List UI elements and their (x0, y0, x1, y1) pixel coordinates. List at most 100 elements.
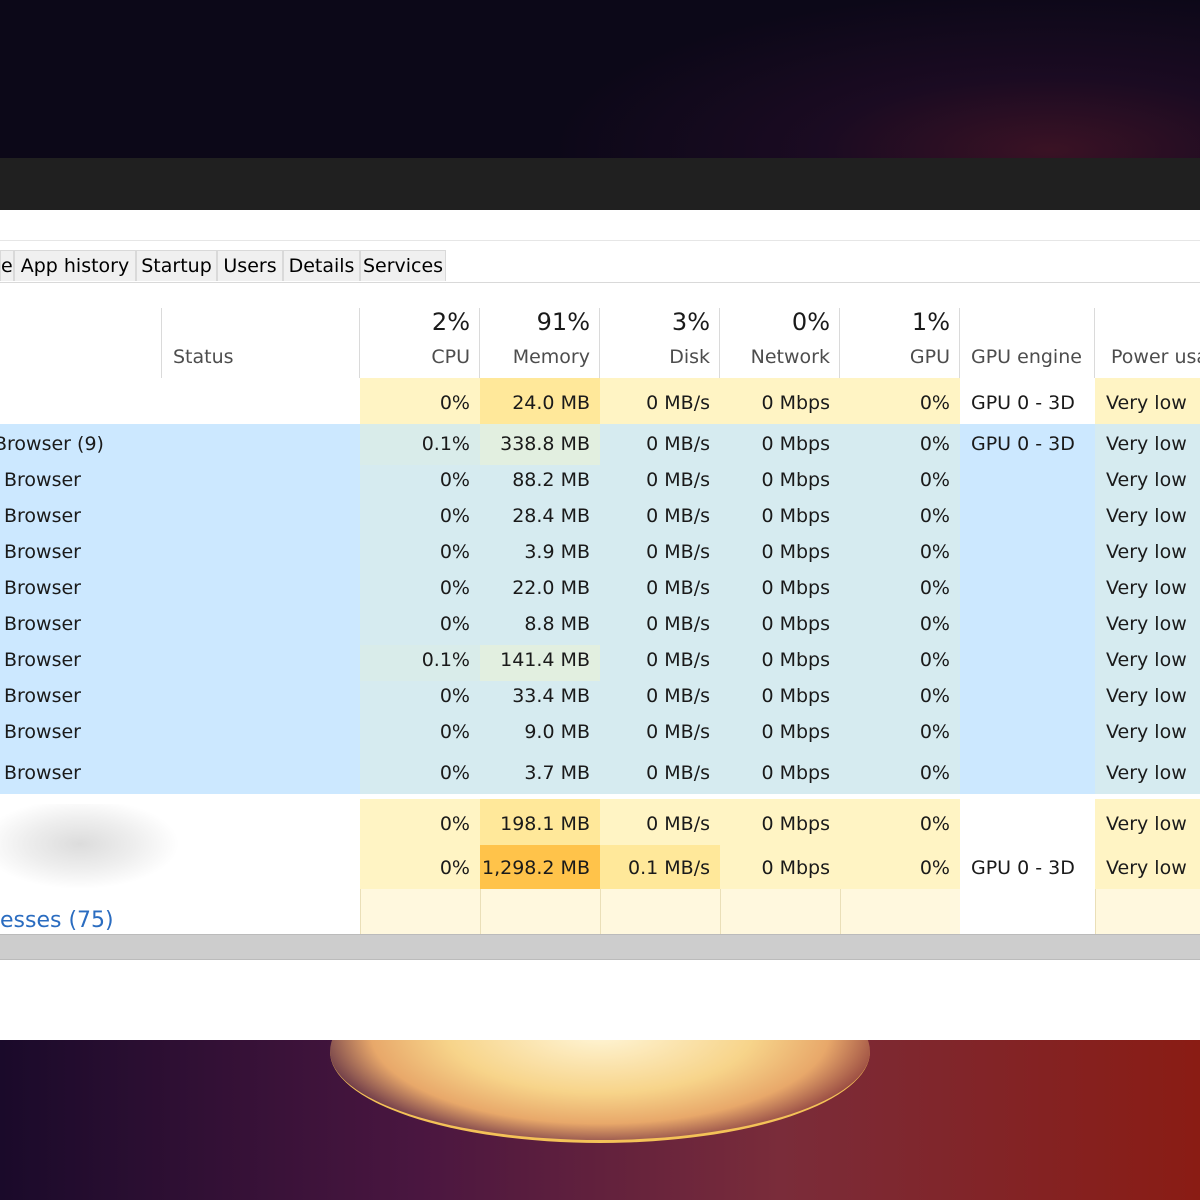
memory-cell: 88.2 MB (480, 465, 600, 501)
empty-cell (600, 889, 720, 934)
wallpaper-glow (330, 1040, 870, 1143)
tab-services[interactable]: Services (360, 250, 446, 281)
memory-cell: 8.8 MB (480, 609, 600, 645)
network-cell: 0 Mbps (720, 717, 840, 753)
memory-value: 9.0 MB (524, 721, 590, 743)
engine-value: GPU 0 - 3D (971, 857, 1075, 879)
menu-bar (0, 210, 1200, 241)
table-row[interactable]: Browser 0% 9.0 MB 0 MB/s 0 Mbps 0% Very low (0, 717, 1200, 753)
tab-startup[interactable]: Startup (136, 250, 217, 281)
tab-users[interactable]: Users (217, 250, 283, 281)
memory-value: 198.1 MB (500, 813, 590, 835)
gpu-cell: 0% (840, 845, 960, 889)
table-row[interactable]: Browser 0% 3.9 MB 0 MB/s 0 Mbps 0% Very low (0, 537, 1200, 573)
network-cell: 0 Mbps (720, 681, 840, 717)
background-processes-group[interactable]: esses (75) (0, 908, 114, 933)
cpu-cell: 0% (360, 465, 480, 501)
power-value: Very low (1106, 577, 1187, 599)
engine-value: GPU 0 - 3D (971, 392, 1075, 414)
gpu-cell: 0% (840, 424, 960, 465)
table-row[interactable]: Browser 0% 8.8 MB 0 MB/s 0 Mbps 0% Very low (0, 609, 1200, 645)
power-value: Very low (1106, 541, 1187, 563)
cpu-value: 0% (439, 613, 470, 635)
network-value: 0 Mbps (761, 721, 830, 743)
power-value: Very low (1106, 613, 1187, 635)
cpu-cell: 0% (360, 681, 480, 717)
cpu-value: 0% (439, 505, 470, 527)
process-name: Browser (4, 577, 81, 599)
table-row[interactable]: Browser 0% 33.4 MB 0 MB/s 0 Mbps 0% Very low (0, 681, 1200, 717)
engine-cell (960, 645, 1095, 681)
column-status[interactable]: Status (173, 346, 234, 368)
column-cpu[interactable]: CPU (360, 346, 470, 368)
power-cell: Very low (1095, 717, 1200, 753)
power-value: Very low (1106, 813, 1187, 835)
gpu-cell: 0% (840, 465, 960, 501)
engine-cell (960, 717, 1095, 753)
cpu-cell: 0% (360, 717, 480, 753)
empty-cell (720, 889, 840, 934)
column-header-row: Status 2% CPU 91% Memory 3% Disk 0% Netw… (0, 308, 1200, 379)
power-cell: Very low (1095, 424, 1200, 465)
engine-cell (960, 465, 1095, 501)
network-cell: 0 Mbps (720, 609, 840, 645)
table-row[interactable]: 0% 24.0 MB 0 MB/s 0 Mbps 0% GPU 0 - 3D Very lo… (0, 378, 1200, 424)
engine-cell (960, 609, 1095, 645)
process-name-cell: Browser (0, 537, 360, 573)
column-power-usage[interactable]: Power usa (1111, 346, 1200, 368)
engine-value: GPU 0 - 3D (971, 433, 1075, 455)
table-row[interactable]: Browser 0% 88.2 MB 0 MB/s 0 Mbps 0% Very low (0, 465, 1200, 501)
column-memory[interactable]: Memory (480, 346, 590, 368)
cpu-cell: 0% (360, 501, 480, 537)
process-name-cell: Browser (0, 609, 360, 645)
table-row[interactable]: Browser 0% 22.0 MB 0 MB/s 0 Mbps 0% Very low (0, 573, 1200, 609)
power-value: Very low (1106, 721, 1187, 743)
process-name: Browser (4, 541, 81, 563)
cpu-value: 0% (439, 721, 470, 743)
power-value: Very low (1106, 762, 1187, 784)
power-value: Very low (1106, 685, 1187, 707)
network-cell: 0 Mbps (720, 845, 840, 889)
disk-value: 0 MB/s (646, 469, 710, 491)
disk-value: 0 MB/s (646, 577, 710, 599)
network-total-percent: 0% (791, 308, 830, 336)
gpu-total-percent: 1% (911, 308, 950, 336)
table-row[interactable]: Browser (9) 0.1% 338.8 MB 0 MB/s 0 Mbps 0% GPU… (0, 424, 1200, 465)
power-value: Very low (1106, 857, 1187, 879)
tab-details[interactable]: Details (283, 250, 360, 281)
memory-value: 338.8 MB (500, 433, 590, 455)
desktop-wallpaper-bottom (0, 1040, 1200, 1200)
column-gpu[interactable]: GPU (840, 346, 950, 368)
column-network[interactable]: Network (720, 346, 830, 368)
title-bar[interactable] (0, 158, 1200, 210)
tab-app-history[interactable]: App history (14, 250, 136, 281)
disk-value: 0 MB/s (646, 685, 710, 707)
disk-cell: 0 MB/s (600, 537, 720, 573)
memory-cell: 3.9 MB (480, 537, 600, 573)
network-value: 0 Mbps (761, 433, 830, 455)
tab-strip: e App history Startup Users Details Serv… (0, 250, 1200, 283)
column-disk[interactable]: Disk (600, 346, 710, 368)
table-row[interactable]: Browser 0% 3.7 MB 0 MB/s 0 Mbps 0% Very low (0, 753, 1200, 794)
process-name-cell: Browser (0, 681, 360, 717)
tab-performance[interactable]: e (0, 250, 14, 281)
engine-cell: GPU 0 - 3D (960, 424, 1095, 465)
horizontal-scrollbar[interactable] (0, 934, 1200, 960)
gpu-cell: 0% (840, 799, 960, 845)
desktop-wallpaper-top (0, 0, 1200, 160)
column-divider (959, 308, 960, 378)
gpu-value: 0% (919, 721, 950, 743)
column-gpu-engine[interactable]: GPU engine (971, 346, 1082, 368)
disk-value: 0 MB/s (646, 762, 710, 784)
memory-cell: 24.0 MB (480, 378, 600, 424)
network-cell: 0 Mbps (720, 378, 840, 424)
blurred-process-icon (0, 804, 200, 894)
empty-cell (480, 889, 600, 934)
cpu-value: 0% (439, 577, 470, 599)
table-row[interactable]: Browser 0.1% 141.4 MB 0 MB/s 0 Mbps 0% Very lo… (0, 645, 1200, 681)
power-cell: Very low (1095, 378, 1200, 424)
table-row[interactable]: Browser 0% 28.4 MB 0 MB/s 0 Mbps 0% Very low (0, 501, 1200, 537)
empty-cell (360, 889, 480, 934)
column-divider (161, 308, 162, 378)
memory-cell: 3.7 MB (480, 753, 600, 794)
